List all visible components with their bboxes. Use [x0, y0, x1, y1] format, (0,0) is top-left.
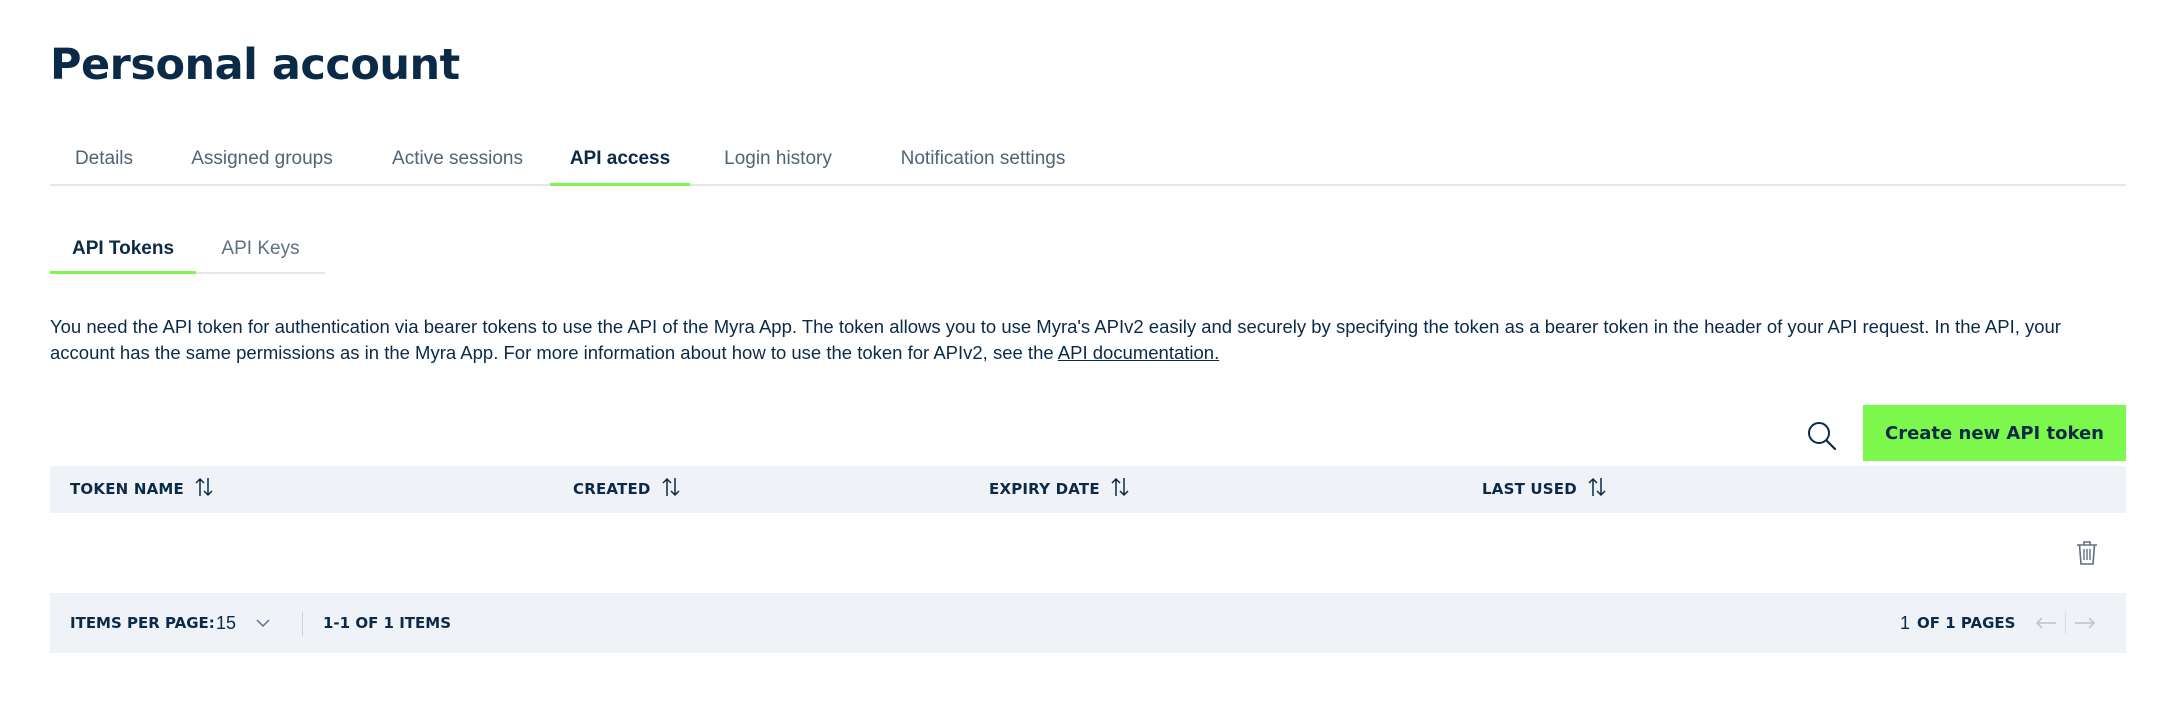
column-expiry-date[interactable]: EXPIRY DATE: [989, 466, 1130, 513]
column-created[interactable]: CREATED: [573, 466, 681, 513]
description-text: You need the API token for authenticatio…: [50, 316, 2061, 363]
create-api-token-button[interactable]: Create new API token: [1863, 405, 2126, 461]
table-header: TOKEN NAME CREATED EXPIRY DATE LAST USED: [50, 466, 2126, 513]
column-label: EXPIRY DATE: [989, 480, 1100, 498]
page: Personal account Details Assigned groups…: [0, 0, 2171, 705]
arrow-left-icon[interactable]: [2035, 615, 2057, 631]
column-last-used[interactable]: LAST USED: [1482, 466, 1607, 513]
page-title: Personal account: [50, 40, 460, 90]
sort-icon[interactable]: [661, 476, 681, 498]
column-label: TOKEN NAME: [70, 480, 184, 498]
trash-icon[interactable]: [2076, 540, 2098, 566]
chevron-down-icon[interactable]: [255, 617, 271, 629]
pagination-bar: ITEMS PER PAGE: 15 1-1 OF 1 ITEMS 1 OF 1…: [50, 593, 2126, 653]
tab-assigned-groups[interactable]: Assigned groups: [162, 142, 362, 186]
search-icon[interactable]: [1806, 420, 1838, 452]
table-row: [50, 513, 2126, 593]
sort-icon[interactable]: [1110, 476, 1130, 498]
api-token-description: You need the API token for authenticatio…: [50, 314, 2130, 366]
column-token-name[interactable]: TOKEN NAME: [70, 466, 214, 513]
tab-notification-settings[interactable]: Notification settings: [866, 142, 1100, 186]
main-tabs: Details Assigned groups Active sessions …: [50, 142, 2126, 186]
sub-tabs: API Tokens API Keys: [50, 232, 325, 274]
divider: [2065, 612, 2066, 634]
subtab-api-tokens[interactable]: API Tokens: [50, 232, 196, 274]
current-page[interactable]: 1: [1900, 593, 1910, 653]
tab-api-access[interactable]: API access: [550, 142, 690, 186]
column-label: LAST USED: [1482, 480, 1577, 498]
arrow-right-icon[interactable]: [2074, 615, 2096, 631]
items-per-page-select[interactable]: 15: [216, 593, 236, 653]
items-range: 1-1 OF 1 ITEMS: [323, 614, 451, 632]
sort-icon[interactable]: [194, 476, 214, 498]
divider: [302, 612, 303, 636]
items-per-page-label: ITEMS PER PAGE:: [70, 614, 215, 632]
tab-details[interactable]: Details: [50, 142, 158, 186]
api-documentation-link[interactable]: API documentation.: [1058, 342, 1219, 363]
subtab-api-keys[interactable]: API Keys: [196, 232, 325, 274]
total-pages: OF 1 PAGES: [1917, 614, 2016, 632]
tab-login-history[interactable]: Login history: [694, 142, 862, 186]
sort-icon[interactable]: [1587, 476, 1607, 498]
column-label: CREATED: [573, 480, 651, 498]
tab-active-sessions[interactable]: Active sessions: [366, 142, 549, 186]
